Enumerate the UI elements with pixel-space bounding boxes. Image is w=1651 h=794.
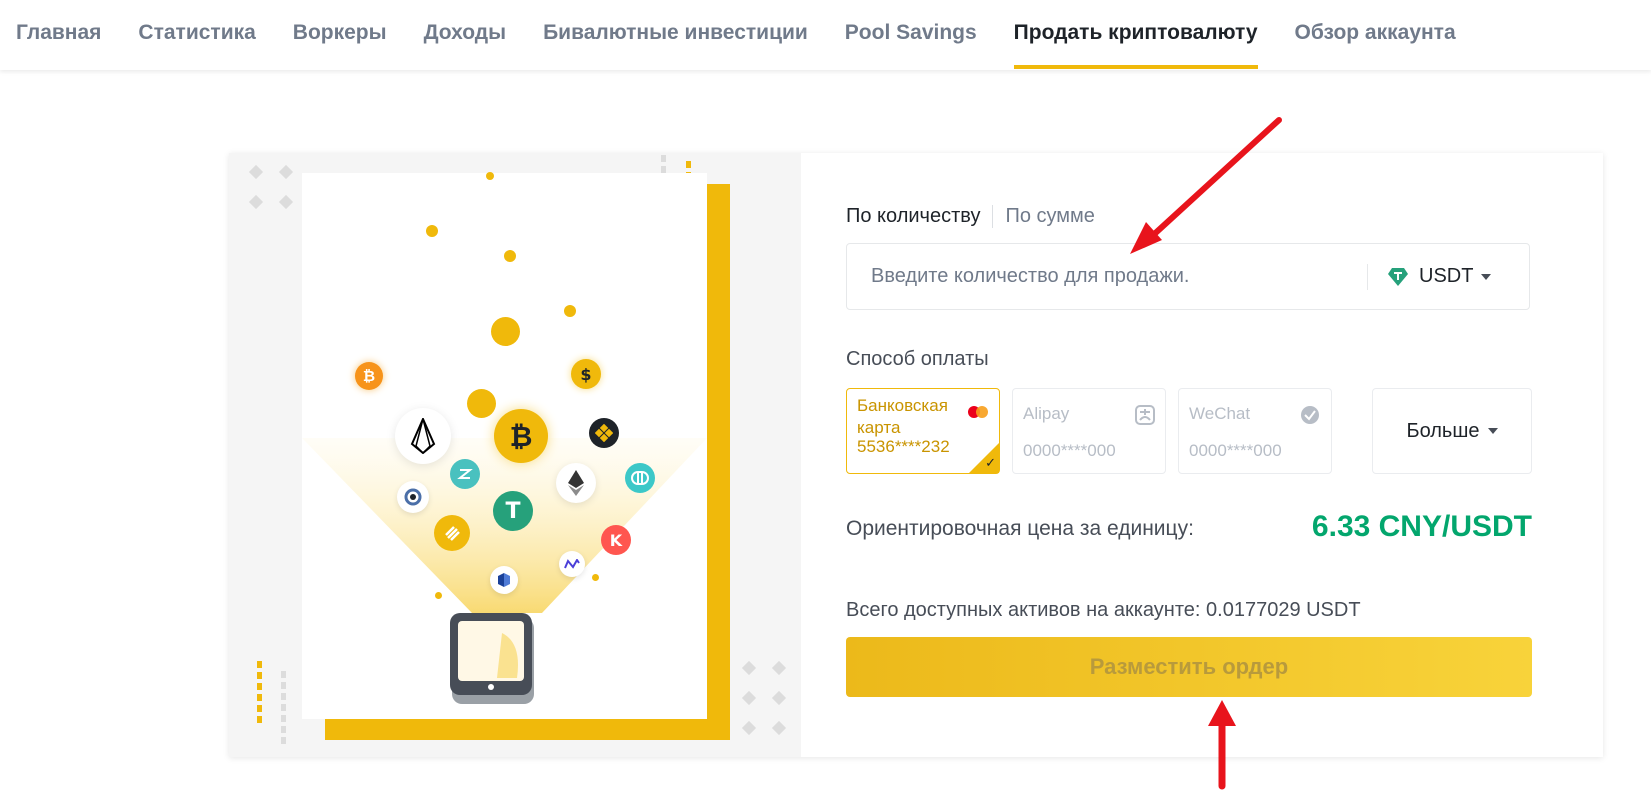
nav-item-sell-crypto[interactable]: Продать криптовалюту <box>1013 0 1258 70</box>
coin-dot <box>592 574 599 581</box>
decor-dashes <box>257 661 262 727</box>
zilliqa-coin-icon <box>450 459 480 489</box>
bitcoin-small-icon: ₿ <box>355 362 383 390</box>
unit-price-value: 6.33 CNY/USDT <box>1311 510 1532 543</box>
top-navigation: Главная Статистика Воркеры Доходы Бивалю… <box>0 0 1651 70</box>
decor-diamond <box>248 194 264 210</box>
nexo-coin-icon <box>559 551 585 577</box>
payment-option-alipay[interactable]: Alipay 0000****000 <box>1012 388 1166 474</box>
usdt-diamond-icon <box>1388 267 1408 286</box>
hedera-coin-icon <box>625 463 655 493</box>
nav-item-pool-savings[interactable]: Pool Savings <box>845 0 977 70</box>
checkmark-icon: ✓ <box>985 456 996 471</box>
decor-diamond <box>278 194 294 210</box>
coin-dot <box>504 250 516 262</box>
decor-dashes <box>281 671 286 748</box>
asset-label: USDT <box>1419 265 1474 287</box>
sell-crypto-card: ₿ $ ₿ T K По количеству По сумме Введите… <box>229 153 1603 757</box>
chevron-down-icon <box>1481 273 1492 280</box>
celsius-coin-icon <box>397 481 429 513</box>
nav-item-home[interactable]: Главная <box>16 0 101 70</box>
field-divider <box>1367 264 1368 290</box>
coin-dot <box>426 225 438 237</box>
alipay-icon <box>1135 405 1155 430</box>
quantity-input[interactable] <box>847 244 1367 309</box>
coin-dot <box>467 389 496 418</box>
dollar-coin-icon: $ <box>571 359 601 389</box>
nexo-n-coin-icon <box>490 566 518 594</box>
more-label: Больше <box>1406 419 1480 442</box>
unit-price-label: Ориентировочная цена за единицу: <box>846 517 1194 540</box>
payment-option-wechat[interactable]: WeChat 0000****000 <box>1178 388 1332 474</box>
payment-method-label: Способ оплаты <box>846 348 989 370</box>
payment-option-number: 5536****232 <box>857 437 950 456</box>
bitcoin-large-icon: ₿ <box>494 409 548 463</box>
coin-dot <box>564 305 576 317</box>
mastercard-icon <box>967 405 989 424</box>
binance-usd-coin-icon <box>434 515 470 551</box>
payment-option-name: Alipay <box>1023 404 1070 423</box>
coin-dot <box>486 172 494 180</box>
payment-option-number: 0000****000 <box>1189 441 1282 460</box>
eos-coin-icon <box>395 408 451 464</box>
decor-diamond <box>771 690 787 706</box>
tab-by-amount[interactable]: По сумме <box>993 205 1094 228</box>
tab-by-quantity[interactable]: По количеству <box>846 205 994 228</box>
phone-icon <box>450 613 534 704</box>
available-balance: Всего доступных активов на аккаунте: 0.0… <box>846 599 1361 621</box>
decor-diamond <box>741 720 757 736</box>
nav-item-account-overview[interactable]: Обзор аккаунта <box>1295 0 1456 70</box>
quantity-field-box: USDT <box>846 243 1530 310</box>
bnb-coin-icon <box>589 418 619 448</box>
decor-diamond <box>771 720 787 736</box>
place-order-button[interactable]: Разместить ордер <box>846 637 1532 697</box>
coin-dot <box>435 592 442 599</box>
payment-option-name: WeChat <box>1189 404 1251 423</box>
nav-item-statistics[interactable]: Статистика <box>138 0 255 70</box>
decor-diamond <box>741 690 757 706</box>
payment-option-bank-card[interactable]: Банковская карта 5536****232 ✓ <box>846 388 1000 474</box>
chevron-down-icon <box>1487 428 1498 434</box>
decor-diamond <box>741 660 757 676</box>
illustration-panel: ₿ $ ₿ T K <box>229 153 801 757</box>
coin-dot <box>491 317 520 346</box>
kava-coin-icon: K <box>601 525 631 555</box>
sell-form: По количеству По сумме USDT Способ оплат… <box>801 153 1603 757</box>
nav-item-earnings[interactable]: Доходы <box>424 0 507 70</box>
tether-coin-icon: T <box>493 491 533 531</box>
more-payment-methods-button[interactable]: Больше <box>1372 388 1532 474</box>
nav-item-dual-investment[interactable]: Бивалютные инвестиции <box>543 0 808 70</box>
decor-diamond <box>278 164 294 180</box>
payment-option-number: 0000****000 <box>1023 441 1116 460</box>
decor-diamond <box>771 660 787 676</box>
amount-mode-tabs: По количеству По сумме <box>846 205 1095 228</box>
decor-diamond <box>248 164 264 180</box>
wechat-icon <box>1299 405 1321 430</box>
nav-item-workers[interactable]: Воркеры <box>293 0 387 70</box>
asset-selector[interactable]: USDT <box>1387 244 1492 309</box>
ethereum-coin-icon <box>556 463 596 503</box>
payment-option-name: Банковская карта <box>857 396 948 437</box>
